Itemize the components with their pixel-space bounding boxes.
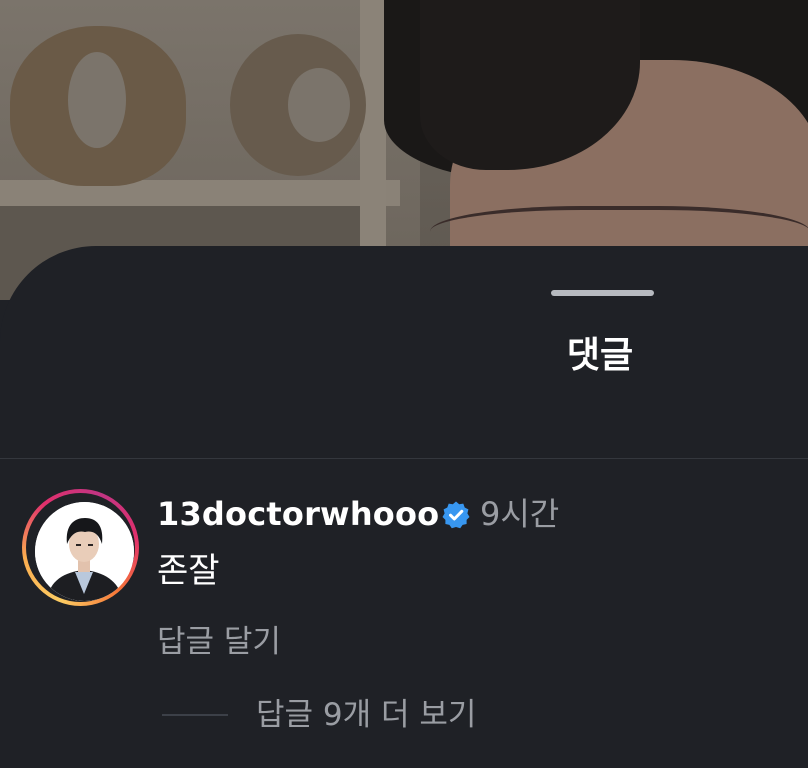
replies-thread-line (162, 714, 228, 716)
background-vase (230, 34, 366, 176)
sheet-drag-handle[interactable] (551, 290, 654, 296)
background-vase (10, 26, 186, 186)
view-more-replies-button[interactable]: 답글 9개 더 보기 (256, 694, 476, 736)
sheet-title: 댓글 (566, 335, 634, 376)
sheet-divider (0, 458, 808, 459)
comment-text: 존잘 (157, 551, 220, 591)
profile-avatar (35, 502, 134, 601)
background-shelf (0, 180, 400, 206)
avatar-story-ring[interactable] (22, 489, 139, 606)
comment-timestamp: 9시간 (480, 495, 560, 533)
verified-badge-icon (442, 501, 470, 529)
comments-screen: 댓글 13doctorwhooo 9시간 존잘 답글 달기 답글 9개 더 보기 (0, 0, 808, 768)
comment-username[interactable]: 13doctorwhooo (157, 494, 439, 534)
reply-button[interactable]: 답글 달기 (157, 621, 281, 663)
avatar (35, 502, 134, 601)
